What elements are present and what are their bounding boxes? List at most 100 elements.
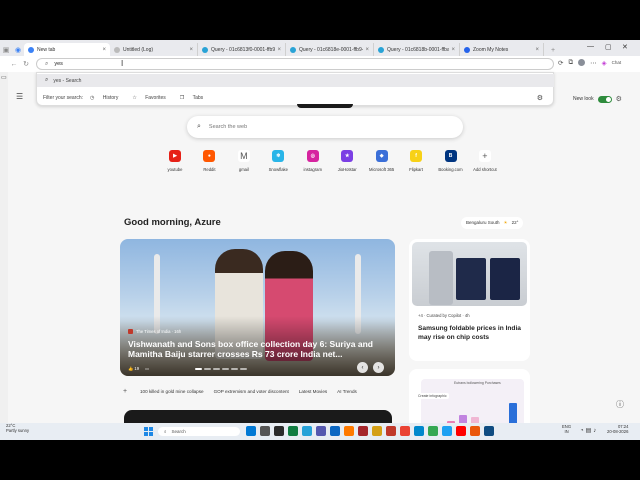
close-tab-icon[interactable]: × xyxy=(189,47,193,53)
taskbar-weather[interactable]: 22°C Partly sunny xyxy=(6,423,29,434)
close-tab-icon[interactable]: × xyxy=(102,47,106,53)
search-input[interactable]: Search the web xyxy=(209,124,247,130)
taskbar-app-icon[interactable] xyxy=(260,426,270,436)
tab-title: Query - 01c6818b-0001-ffba-0000- xyxy=(387,46,450,53)
comment-icon[interactable]: ▭ xyxy=(145,366,149,372)
help-icon[interactable]: ⓘ xyxy=(616,399,624,410)
filter-tabs[interactable]: ❐ Tabs xyxy=(180,95,210,101)
settings-icon[interactable]: ⚙ xyxy=(616,95,622,103)
taskbar-app-icon[interactable] xyxy=(442,426,452,436)
taskbar-app-icon[interactable] xyxy=(470,426,480,436)
refresh-button[interactable]: ↻ xyxy=(20,60,32,68)
tab-favicon-icon xyxy=(202,46,208,53)
text-cursor: I xyxy=(121,59,124,68)
news-card[interactable]: +4 · Curated by Copilot · 4h Samsung fol… xyxy=(409,239,530,361)
close-tab-icon[interactable]: × xyxy=(365,47,369,53)
carousel-dots[interactable] xyxy=(195,368,247,370)
shortcut-icon: ❄ xyxy=(272,150,285,162)
taskbar-app-icon[interactable] xyxy=(386,426,396,436)
minimize-button[interactable]: — xyxy=(587,43,594,50)
shortcut-tile[interactable]: + Add shortcut xyxy=(470,150,500,176)
close-tab-icon[interactable]: × xyxy=(277,47,281,53)
taskbar-app-icon[interactable] xyxy=(302,426,312,436)
profile-avatar[interactable] xyxy=(578,59,586,66)
language-indicator[interactable]: ENG IN xyxy=(562,424,571,435)
browser-tab[interactable]: Query - 01c6813f0-0001-ffb9-0000-× xyxy=(198,43,286,56)
clock[interactable]: 07:24 20-08-2026 xyxy=(607,424,628,435)
new-look-toggle[interactable]: New look ⚙ xyxy=(573,95,622,103)
browser-tab[interactable]: Query - 01c6818b-0001-ffba-0000-× xyxy=(374,43,460,56)
carousel-prev-button[interactable]: ‹ xyxy=(357,362,368,373)
topic-chip[interactable]: Latest Movies xyxy=(299,389,327,394)
shortcut-tile[interactable]: ◎ instagram xyxy=(298,150,328,176)
browser-tab[interactable]: Zoom My Notes × xyxy=(460,43,544,56)
taskbar-app-icon[interactable] xyxy=(344,426,354,436)
shortcut-tile[interactable]: Mgmail xyxy=(229,150,259,176)
sidebar-icon[interactable]: ▭ xyxy=(1,74,7,81)
tray-icons[interactable]: ◔▤♪ xyxy=(580,427,598,434)
filter-history[interactable]: ◷ History xyxy=(90,95,125,101)
search-icon: ⌕ xyxy=(45,77,49,83)
hero-news-card[interactable]: The Times of India · 16h Vishwanath and … xyxy=(120,239,395,376)
add-topic-button[interactable]: + xyxy=(120,386,130,396)
taskbar-app-icon[interactable] xyxy=(456,426,466,436)
tab-title: Zoom My Notes xyxy=(473,46,509,53)
new-tab-button[interactable]: + xyxy=(547,47,559,54)
back-button[interactable]: ← xyxy=(8,61,20,68)
taskbar-app-icon[interactable] xyxy=(358,426,368,436)
menu-icon[interactable]: ☰ xyxy=(16,92,23,101)
shortcut-tile[interactable]: ▶ youtube xyxy=(160,150,190,176)
workspaces-icon[interactable]: ▣ xyxy=(0,46,12,54)
settings-icon[interactable]: ⚙ xyxy=(537,94,543,102)
news-headline[interactable]: Vishwanath and Sons box office collectio… xyxy=(128,339,388,360)
like-button[interactable]: 👍 19 xyxy=(128,366,139,372)
suggestion-item[interactable]: ⌕ yes - Search xyxy=(37,74,554,87)
news-meta: 👍 19 ▭ xyxy=(128,366,149,372)
create-infographic-label[interactable]: Create infographic xyxy=(416,393,449,399)
taskbar-app-icon[interactable] xyxy=(274,426,284,436)
topic-chip[interactable]: GOP extremism and voter discontent xyxy=(214,389,289,394)
taskbar-app-icon[interactable] xyxy=(372,426,382,436)
carousel-next-button[interactable]: › xyxy=(373,362,384,373)
news-headline[interactable]: Samsung foldable prices in India may ris… xyxy=(418,325,524,342)
close-tab-icon[interactable]: × xyxy=(451,47,455,53)
more-menu-icon[interactable]: ⋯ xyxy=(590,59,597,67)
taskbar-app-icon[interactable] xyxy=(316,426,326,436)
weather-widget[interactable]: Bengaluru South ☀ 22° xyxy=(461,217,524,229)
browser-tab[interactable]: Query - 01c6818e-0001-ffb9-0000-× xyxy=(286,43,374,56)
close-tab-icon[interactable]: × xyxy=(535,47,539,53)
collections-icon[interactable]: ⟳ xyxy=(558,59,563,67)
close-window-button[interactable]: ✕ xyxy=(622,43,628,51)
copilot-icon[interactable]: ◈ xyxy=(602,59,607,67)
extensions-icon[interactable]: ⧉ xyxy=(568,59,573,67)
topic-chip[interactable]: 100 killed in gold mine collapse xyxy=(140,389,204,394)
shortcut-tile[interactable]: ❄ Snowflake xyxy=(263,150,293,176)
taskbar-app-icon[interactable] xyxy=(246,426,256,436)
address-bar[interactable]: ⌕ yes I xyxy=(36,58,554,70)
taskbar-app-icon[interactable] xyxy=(484,426,494,436)
taskbar-app-icon[interactable] xyxy=(288,426,298,436)
browser-tab[interactable]: New tab × xyxy=(24,43,110,56)
maximize-button[interactable]: ▢ xyxy=(605,43,612,51)
browser-tab[interactable]: Untitled (Log) × xyxy=(110,43,198,56)
taskbar-search[interactable]: ⌕ Search xyxy=(158,427,240,436)
filter-favorites[interactable]: ☆ Favorites xyxy=(132,95,172,101)
shortcut-tile[interactable]: f Flipkart xyxy=(401,150,431,176)
shortcut-tile[interactable]: ● Reddit xyxy=(194,150,224,176)
tabs-icon: ❐ xyxy=(179,95,185,101)
taskbar-app-icon[interactable] xyxy=(428,426,438,436)
shortcut-tile[interactable]: ★ JioHotstar xyxy=(332,150,362,176)
taskbar-app-icon[interactable] xyxy=(414,426,424,436)
shortcut-tile[interactable]: ◆ Microsoft 365 xyxy=(367,150,397,176)
start-button[interactable] xyxy=(144,427,153,436)
taskbar-app-icon[interactable] xyxy=(330,426,340,436)
shortcut-icon: + xyxy=(478,150,491,162)
shortcut-tile[interactable]: B Booking.com xyxy=(436,150,466,176)
web-search-box[interactable]: ⌕ Search the web xyxy=(187,116,463,138)
toggle-switch[interactable] xyxy=(597,95,612,103)
address-input[interactable]: yes xyxy=(54,61,63,67)
chat-label[interactable]: Chat xyxy=(612,60,622,67)
topic-chip[interactable]: AI Trends xyxy=(337,389,357,394)
taskbar-app-icon[interactable] xyxy=(400,426,410,436)
vertical-tabs-icon[interactable]: ◉ xyxy=(12,46,24,54)
